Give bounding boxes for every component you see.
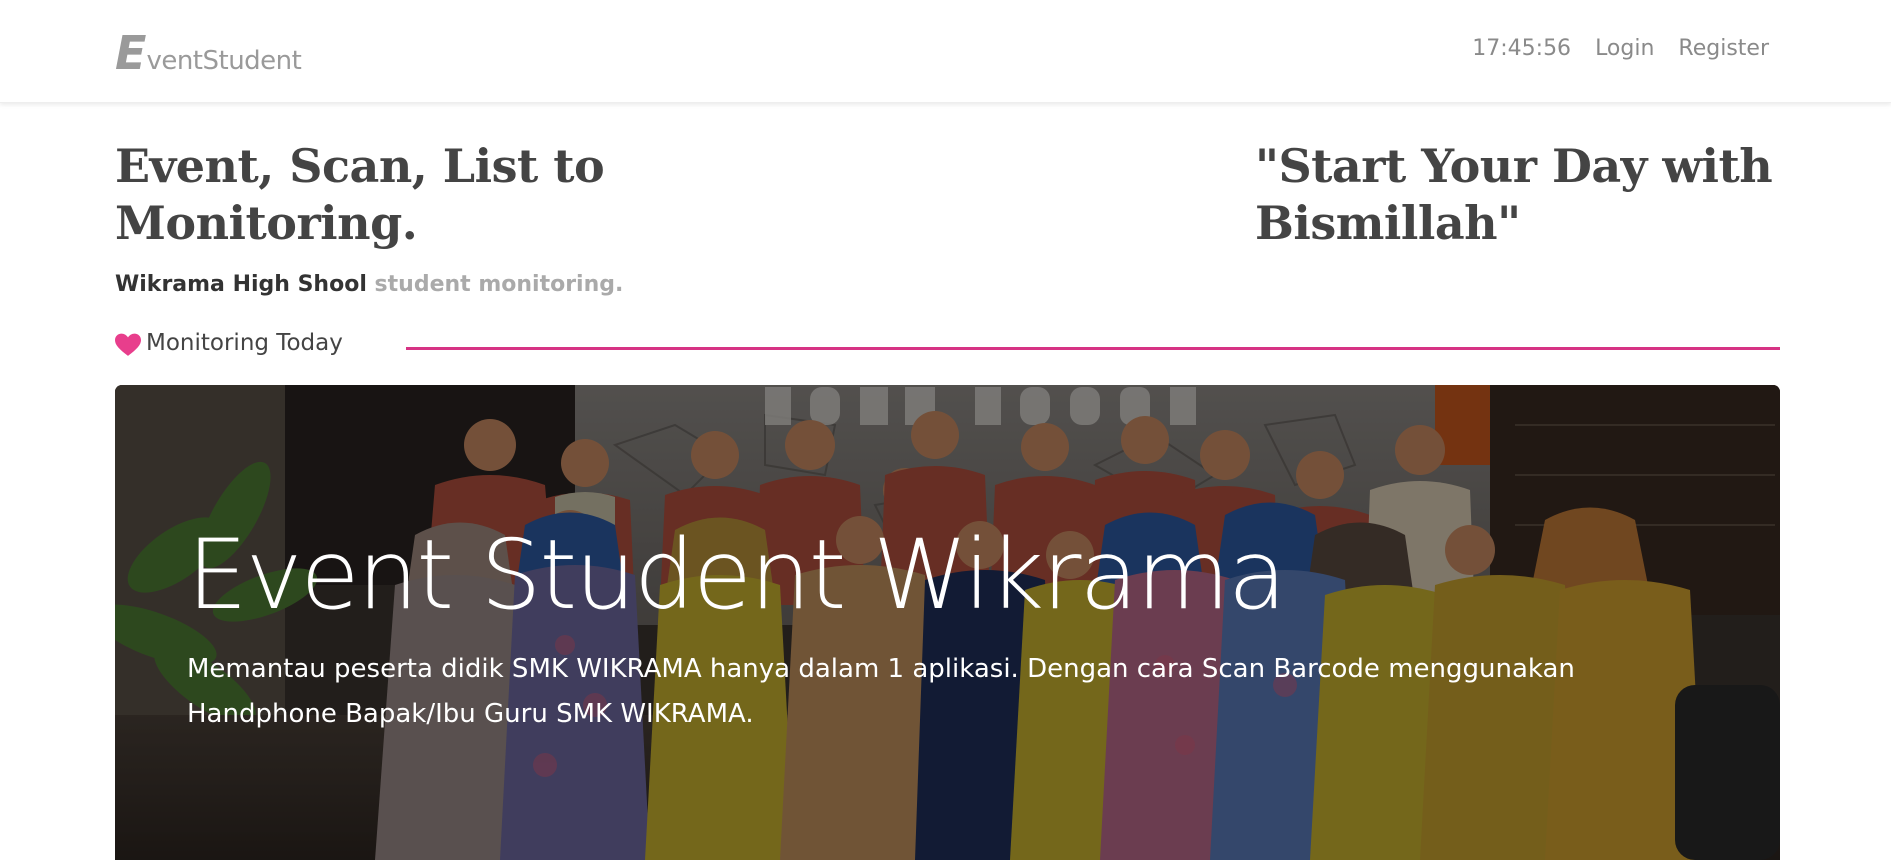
- banner-title: Event Student Wikrama: [187, 519, 1287, 631]
- hero-subtitle-tagline: student monitoring.: [374, 272, 624, 297]
- banner-description: Memantau peserta didik SMK WIKRAMA hanya…: [187, 654, 1575, 729]
- hero-banner: Event Student Wikrama Memantau peserta d…: [115, 385, 1780, 860]
- hero-subtitle-school: Wikrama High Shool: [115, 272, 367, 297]
- monitoring-header: Monitoring Today: [115, 328, 1780, 362]
- section-divider: [406, 347, 1780, 350]
- heart-icon: [115, 333, 141, 356]
- hero-subtitle: Wikrama High Shool student monitoring.: [115, 272, 675, 297]
- brand-name: ventStudent: [146, 46, 302, 76]
- navbar: EventStudent 17:45:56 Login Register: [0, 0, 1891, 103]
- hero-title: Event, Scan, List to Monitoring.: [115, 139, 605, 250]
- hero-intro: Event, Scan, List to Monitoring. Wikrama…: [115, 138, 675, 297]
- brand-logo[interactable]: EventStudent: [115, 26, 302, 80]
- hero-quote: "Start Your Day with Bismillah": [1255, 139, 1773, 250]
- nav-links: 17:45:56 Login Register: [1472, 36, 1769, 61]
- register-link[interactable]: Register: [1678, 36, 1769, 61]
- brand-initial: E: [115, 26, 147, 80]
- monitoring-label: Monitoring Today: [146, 330, 343, 356]
- clock-display: 17:45:56: [1472, 36, 1572, 61]
- login-link[interactable]: Login: [1595, 36, 1654, 61]
